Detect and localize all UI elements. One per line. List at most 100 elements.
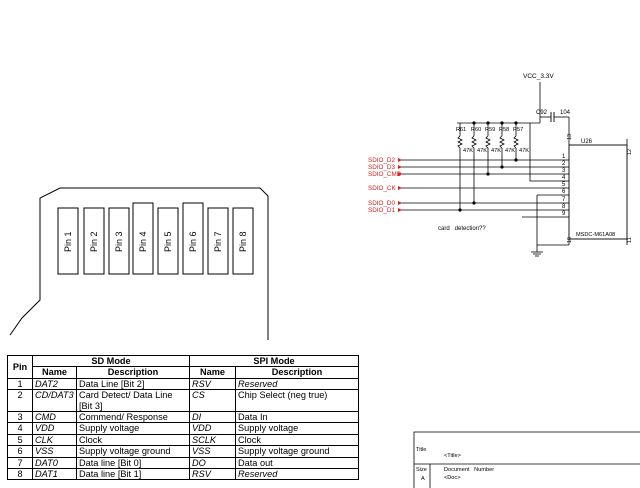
chip-side-number: 13 — [567, 134, 573, 140]
net-label-sdio-cmd: SDIO_CMD — [368, 171, 402, 178]
spi-description: Reserved — [235, 377, 359, 391]
r57-value: 47K — [519, 148, 529, 154]
r58-value: 47K — [505, 148, 515, 154]
spi-name: CS — [189, 389, 236, 413]
r57-body — [513, 135, 519, 149]
sd-name-header: Name — [32, 366, 77, 379]
net-arrows — [398, 158, 402, 212]
r59-value: 47K — [491, 148, 501, 154]
chip-pin-number: 4 — [562, 175, 566, 181]
sd-name: CMD — [32, 411, 77, 424]
spi-name: RSV — [189, 377, 236, 391]
r61-body — [457, 135, 463, 149]
pin-number: 8 — [7, 468, 33, 481]
table-row: 4 VDD Supply voltage VDD Supply voltage — [7, 422, 359, 435]
title-value: <Title> — [444, 453, 461, 459]
arrow-icon — [398, 201, 402, 205]
pin-number: 4 — [7, 422, 33, 435]
spi-name: VDD — [189, 422, 236, 435]
pin-number: 3 — [7, 411, 33, 424]
spi-description: Chip Select (neg true) — [235, 389, 359, 413]
spi-description: Data In — [235, 411, 359, 424]
spi-description: Supply voltage — [235, 422, 359, 435]
pin-8-label: Pin 8 — [238, 231, 248, 252]
junction-dot — [500, 121, 504, 125]
table-row: 7 DAT0 Data line [Bit 0] DO Data out — [7, 456, 359, 470]
pin-3-label: Pin 3 — [114, 231, 124, 252]
chip-pin-number: 7 — [562, 197, 566, 203]
sd-description: Supply voltage ground — [76, 445, 190, 458]
chip-side-number: 10 — [567, 237, 573, 243]
junction-dot — [472, 121, 476, 125]
ground-symbol — [531, 251, 543, 257]
table-header-row: Pin SD Mode SPI Mode — [7, 354, 359, 379]
r59-ref: R59 — [485, 127, 495, 133]
chip-pin-number: 9 — [562, 211, 566, 217]
chip-pin-number: 8 — [562, 204, 566, 210]
table-row: 3 CMD Commend/ Response DI Data In — [7, 411, 359, 424]
pin-6-label: Pin 6 — [188, 231, 198, 252]
pin-4-label: Pin 4 — [138, 231, 148, 252]
sd-mode-header: SD Mode — [32, 354, 190, 368]
sd-description: Data Line [Bit 2] — [76, 377, 190, 391]
junction-dot — [514, 158, 518, 162]
spi-name-header: Name — [189, 366, 236, 379]
junction-dot — [472, 201, 476, 205]
chip-part: MSDC-M61A08 — [576, 232, 615, 238]
r57-ref: R57 — [513, 127, 523, 133]
document-value: <Doc> — [444, 475, 460, 481]
table-row: 2 CD/DAT3 Card Detect/ Data Line [Bit 3]… — [7, 389, 359, 413]
sd-card-contacts — [57, 202, 254, 275]
title-label: Title — [416, 447, 426, 453]
vcc-label: VCC_3.3V — [523, 73, 554, 80]
vdd-pin4-wire — [529, 123, 560, 182]
pin-assignment-table: Pin SD Mode SPI Mode Name Description Na… — [7, 354, 359, 481]
chip-side-number: 11 — [627, 237, 633, 243]
sd-name: VDD — [32, 422, 77, 435]
junction-dot — [486, 121, 490, 125]
spi-name: DO — [189, 456, 236, 470]
pin-7-label: Pin 7 — [213, 231, 223, 252]
pin-2-label: Pin 2 — [89, 231, 99, 252]
title-block-text: Title <Title> Size A Document Number <Do… — [416, 447, 494, 482]
junction-dot — [514, 121, 518, 125]
sd-name: DAT0 — [32, 456, 77, 470]
arrow-icon — [398, 158, 402, 162]
cap-ref: C92 — [536, 110, 548, 116]
table-row: 6 VSS Supply voltage ground VSS Supply v… — [7, 445, 359, 458]
r60-ref: R60 — [471, 127, 481, 133]
arrow-icon — [398, 208, 402, 212]
spi-description-header: Description — [235, 366, 359, 379]
r61-value: 47K — [463, 148, 473, 154]
resistor-labels: R61 R60 R59 R58 R57 47K 47K 47K 47K 47K — [456, 127, 529, 154]
sd-name: CLK — [32, 433, 77, 447]
chip-pin-number: 6 — [562, 189, 566, 195]
sd-description: Data line [Bit 0] — [76, 456, 190, 470]
pin-column-header: Pin — [7, 355, 33, 379]
r60-value: 47K — [477, 148, 487, 154]
net-label-sdio-d3: SDIO_D3 — [368, 164, 395, 171]
chip-pin-number: 1 — [562, 154, 566, 160]
r58-body — [499, 135, 505, 149]
sd-description-header: Description — [76, 366, 190, 379]
junction-dot — [486, 172, 490, 176]
r60-body — [471, 135, 477, 149]
spi-description: Supply voltage ground — [235, 445, 359, 458]
pin-number: 7 — [7, 456, 33, 470]
sd-card-drawing: Pin 1 Pin 2 Pin 3 Pin 4 Pin 5 Pin 6 Pin … — [9, 187, 269, 340]
sd-description: Card Detect/ Data Line [Bit 3] — [76, 389, 190, 413]
sd-name: DAT1 — [32, 468, 77, 481]
spi-mode-header: SPI Mode — [189, 354, 359, 368]
sd-name: VSS — [32, 445, 77, 458]
spi-name: SCLK — [189, 433, 236, 447]
chip-pin-numbers: 1 2 3 4 5 6 7 8 9 — [562, 154, 566, 217]
chip-pin-number: 3 — [562, 168, 566, 174]
r58-ref: R58 — [499, 127, 509, 133]
table-row: 1 DAT2 Data Line [Bit 2] RSV Reserved — [7, 377, 359, 391]
chip-pin-number: 5 — [562, 182, 566, 188]
spi-name: DI — [189, 411, 236, 424]
pin-5-label: Pin 5 — [163, 231, 173, 252]
chip-side-number: 12 — [627, 149, 633, 155]
table-subheader-row: Name Description Name Description — [8, 366, 359, 379]
pin-number: 2 — [7, 389, 33, 413]
